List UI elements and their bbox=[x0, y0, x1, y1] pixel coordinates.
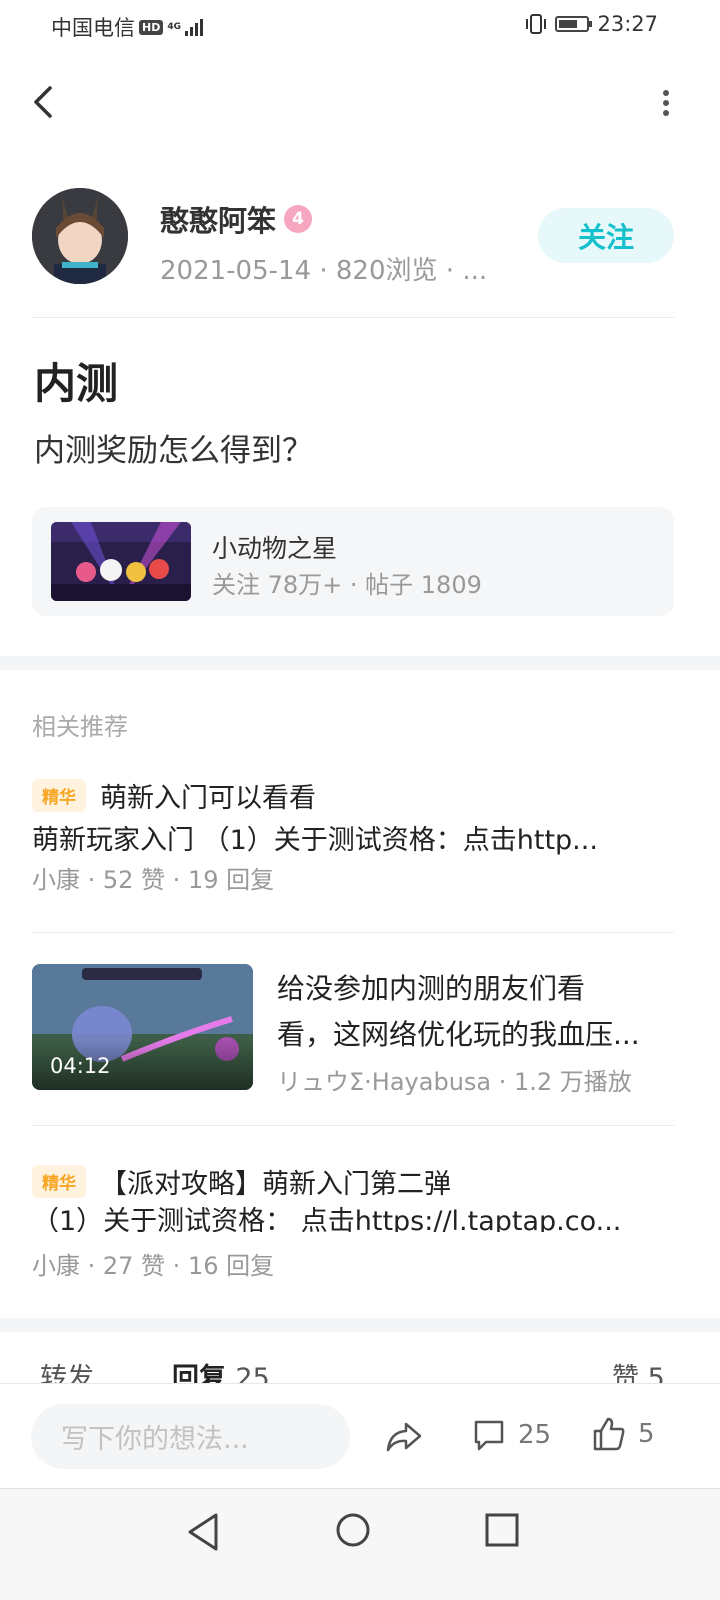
avatar[interactable] bbox=[32, 188, 128, 284]
clock: 23:27 bbox=[597, 12, 658, 36]
system-nav-bar bbox=[0, 1488, 720, 1600]
more-vertical-icon[interactable] bbox=[656, 88, 676, 118]
avatar-image bbox=[32, 188, 128, 284]
group-card[interactable]: 小动物之星 关注 78万+ · 帖子 1809 bbox=[32, 507, 674, 616]
divider bbox=[32, 317, 674, 318]
video-thumbnail[interactable]: 04:12 bbox=[32, 964, 253, 1090]
related-heading: 相关推荐 bbox=[32, 713, 128, 741]
comment-input[interactable]: 写下你的想法... bbox=[31, 1404, 350, 1469]
nav-home-icon[interactable] bbox=[335, 1511, 371, 1549]
video-meta: リュウΣ·Hayabusa · 1.2 万播放 bbox=[277, 1068, 632, 1096]
related-item-excerpt[interactable]: （1）关于测试资格： 点击https://l.taptap.co... bbox=[32, 1204, 674, 1232]
related-item-1-header[interactable]: 精华 萌新入门可以看看 bbox=[32, 776, 316, 815]
video-title[interactable]: 给没参加内测的朋友们看 看，这网络优化玩的我血压... bbox=[277, 966, 677, 1058]
related-item-meta: 小康 · 52 赞 · 19 回复 bbox=[32, 866, 275, 894]
group-stats: 关注 78万+ · 帖子 1809 bbox=[212, 571, 482, 599]
comment-icon bbox=[474, 1420, 504, 1451]
featured-tag: 精华 bbox=[32, 779, 86, 812]
level-badge: 4 bbox=[284, 205, 313, 233]
comment-count: 25 bbox=[518, 1420, 552, 1450]
post-meta: 2021-05-14 · 820浏览 · ... bbox=[160, 256, 488, 286]
tab-like[interactable]: 赞 5 bbox=[612, 1356, 665, 1384]
related-item-meta: 小康 · 27 赞 · 16 回复 bbox=[32, 1252, 275, 1280]
comment-button[interactable]: 25 bbox=[472, 1418, 551, 1452]
tab-forward[interactable]: 转发 bbox=[40, 1356, 94, 1384]
share-icon[interactable] bbox=[384, 1420, 424, 1454]
status-bar: 中国电信 HD 4G 23:27 bbox=[0, 0, 720, 50]
related-item-excerpt[interactable]: 萌新玩家入门 （1）关于测试资格：点击http... bbox=[32, 818, 674, 857]
battery-icon bbox=[555, 16, 593, 32]
divider bbox=[32, 932, 674, 933]
author-name-row[interactable]: 憨憨阿笨 4 bbox=[160, 198, 313, 240]
section-separator bbox=[0, 656, 720, 670]
follow-button[interactable]: 关注 bbox=[538, 208, 674, 263]
related-item-title[interactable]: 【派对攻略】萌新入门第二弹 bbox=[100, 1162, 451, 1201]
network-type: 4G bbox=[167, 21, 181, 32]
related-item-3-header[interactable]: 精华 【派对攻略】萌新入门第二弹 bbox=[32, 1162, 451, 1201]
hd-badge: HD bbox=[139, 19, 164, 35]
tab-reply[interactable]: 回复 25 bbox=[172, 1356, 270, 1384]
post-body: 内测奖励怎么得到？ bbox=[34, 433, 313, 469]
like-count: 5 bbox=[638, 1419, 655, 1449]
nav-recent-apps-icon[interactable] bbox=[484, 1511, 520, 1549]
tab-reply-count: 25 bbox=[235, 1363, 270, 1384]
tab-like-label: 赞 bbox=[612, 1363, 639, 1384]
featured-tag: 精华 bbox=[32, 1165, 86, 1198]
status-left: 中国电信 HD 4G bbox=[51, 12, 203, 42]
divider bbox=[32, 1125, 674, 1126]
nav-back-icon[interactable] bbox=[184, 1511, 222, 1553]
vibrate-icon bbox=[526, 14, 547, 34]
video-title-line1: 给没参加内测的朋友们看 bbox=[277, 972, 586, 1005]
tab-like-count: 5 bbox=[647, 1363, 665, 1384]
related-item-title[interactable]: 萌新入门可以看看 bbox=[100, 776, 316, 815]
post-title: 内测 bbox=[34, 359, 119, 408]
chevron-left-icon[interactable] bbox=[24, 80, 64, 124]
group-name: 小动物之星 bbox=[212, 534, 338, 563]
group-thumbnail bbox=[51, 522, 191, 601]
thumbs-up-icon bbox=[593, 1417, 625, 1451]
carrier-name: 中国电信 bbox=[51, 16, 135, 40]
like-button[interactable]: 5 bbox=[592, 1416, 655, 1452]
video-title-line2: 看，这网络优化玩的我血压... bbox=[277, 1018, 640, 1051]
video-duration: 04:12 bbox=[50, 1054, 111, 1078]
status-right: 23:27 bbox=[525, 12, 658, 36]
tab-reply-label: 回复 bbox=[172, 1363, 226, 1384]
reply-tabs: 转发 回复 25 赞 5 bbox=[0, 1356, 720, 1384]
author-name[interactable]: 憨憨阿笨 bbox=[160, 198, 276, 240]
bottom-action-bar: 写下你的想法... 25 5 bbox=[0, 1383, 720, 1488]
section-separator bbox=[0, 1318, 720, 1332]
signal-icon bbox=[185, 18, 203, 36]
